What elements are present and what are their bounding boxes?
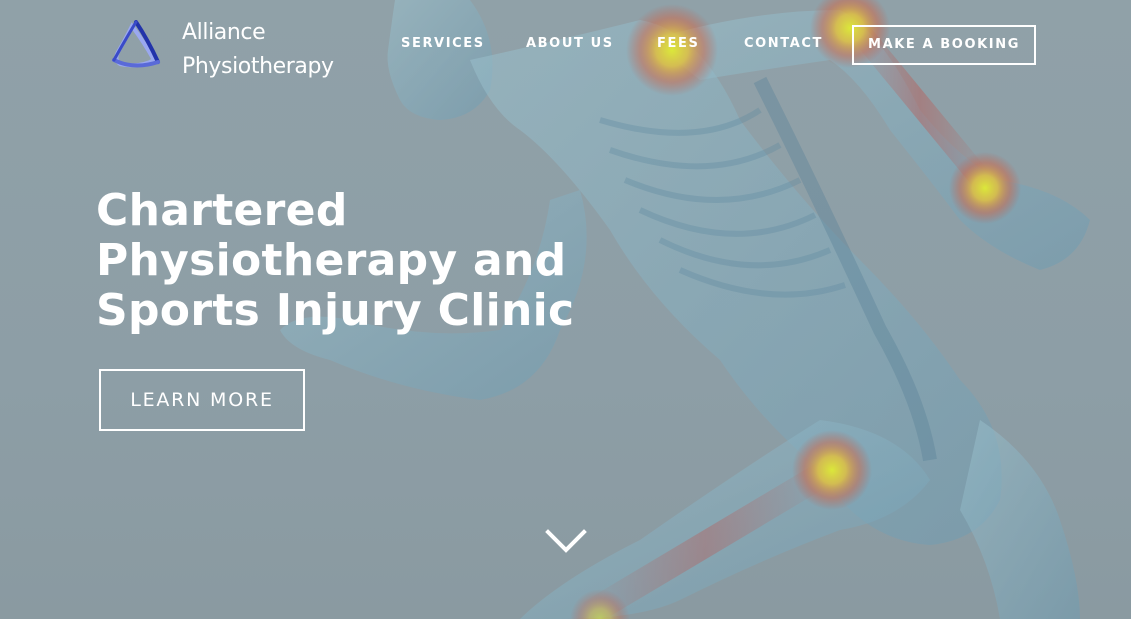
main-nav: SERVICES ABOUT US FEES CONTACT MAKE A BO… — [0, 25, 1131, 65]
nav-contact-link[interactable]: CONTACT — [744, 25, 823, 63]
nav-services-link[interactable]: SERVICES — [401, 25, 485, 63]
make-a-booking-button[interactable]: MAKE A BOOKING — [852, 25, 1036, 65]
nav-fees-link[interactable]: FEES — [657, 25, 699, 63]
chevron-down-icon[interactable] — [545, 527, 587, 555]
hero-headline-line1: Chartered — [96, 185, 348, 236]
hero-headline-line2: Physiotherapy and — [96, 235, 567, 286]
hero-headline-line3: Sports Injury Clinic — [96, 285, 575, 336]
learn-more-button[interactable]: LEARN MORE — [99, 369, 305, 431]
nav-about-us-link[interactable]: ABOUT US — [526, 25, 614, 63]
hero-headline: Chartered Physiotherapy and Sports Injur… — [96, 185, 575, 336]
